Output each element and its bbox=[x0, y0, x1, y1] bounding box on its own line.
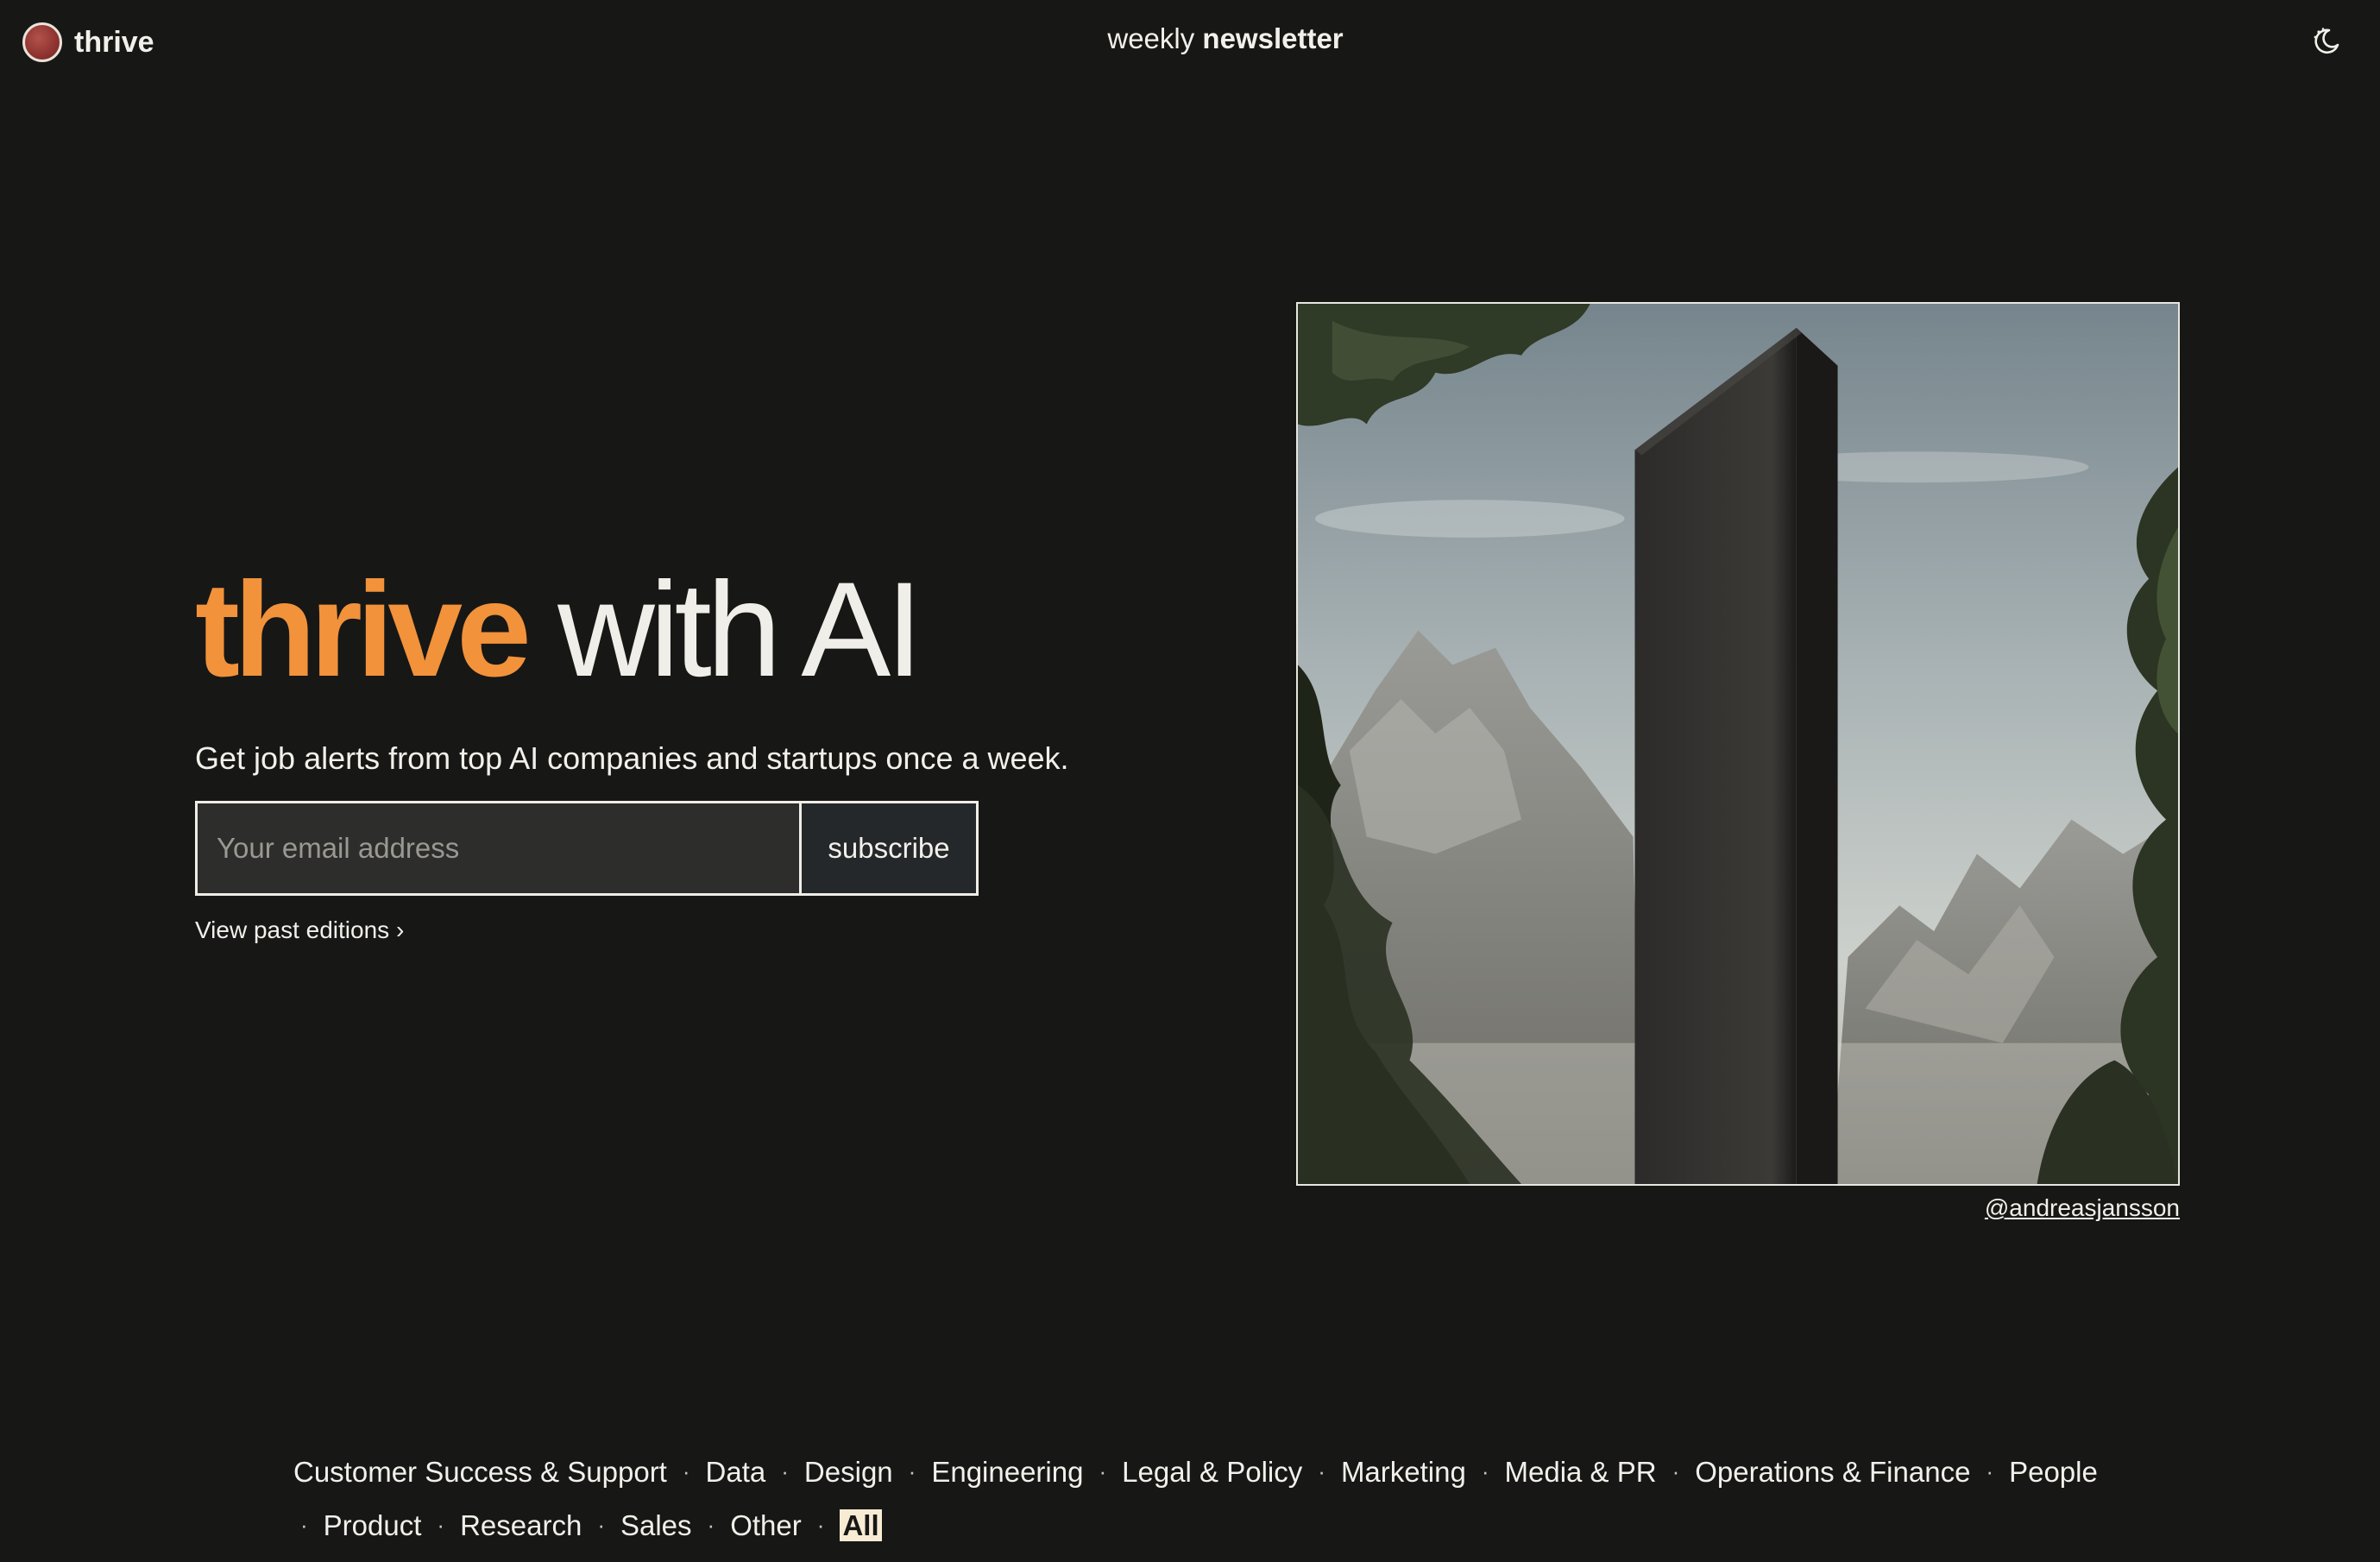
separator: · bbox=[1672, 1458, 1680, 1484]
category-other[interactable]: Other bbox=[730, 1509, 802, 1541]
separator: · bbox=[437, 1512, 445, 1538]
separator: · bbox=[597, 1512, 605, 1538]
category-marketing[interactable]: Marketing bbox=[1341, 1456, 1466, 1488]
separator: · bbox=[1099, 1458, 1107, 1484]
category-research[interactable]: Research bbox=[460, 1509, 582, 1541]
category-row-2: · Product · Research · Sales · Other · All bbox=[285, 1500, 2106, 1553]
signup-form: subscribe bbox=[195, 801, 979, 896]
separator: · bbox=[1318, 1458, 1325, 1484]
separator: · bbox=[781, 1458, 789, 1484]
separator: · bbox=[1986, 1458, 1994, 1484]
category-design[interactable]: Design bbox=[804, 1456, 893, 1488]
category-row-1: Customer Success & Support · Data · Design · E… bbox=[293, 1446, 2106, 1500]
category-filter: Customer Success & Support · Data · Design · E… bbox=[293, 1446, 2106, 1553]
category-media-pr[interactable]: Media & PR bbox=[1505, 1456, 1657, 1488]
email-input[interactable] bbox=[198, 803, 802, 893]
hero-title-rest: with AI bbox=[557, 555, 923, 705]
newsletter-nav: weekly newsletter bbox=[0, 22, 2380, 55]
weekly-newsletter-link[interactable]: weekly newsletter bbox=[1107, 22, 1343, 54]
monolith-landscape-image bbox=[1298, 304, 2178, 1184]
category-people[interactable]: People bbox=[2009, 1456, 2098, 1488]
separator: · bbox=[707, 1512, 715, 1538]
separator: · bbox=[816, 1512, 825, 1538]
moon-icon[interactable] bbox=[2311, 26, 2342, 57]
subscribe-button[interactable]: subscribe bbox=[802, 803, 976, 893]
category-customer-success-support[interactable]: Customer Success & Support bbox=[293, 1456, 667, 1488]
separator: · bbox=[300, 1512, 308, 1538]
hero-title-accent: thrive bbox=[195, 555, 532, 705]
nav-bold: newsletter bbox=[1202, 22, 1344, 54]
category-sales[interactable]: Sales bbox=[620, 1509, 692, 1541]
top-bar: thrive weekly newsletter bbox=[0, 0, 2380, 85]
nav-prefix: weekly bbox=[1107, 22, 1195, 54]
brand-logo-link[interactable]: thrive bbox=[22, 22, 154, 62]
hero-title: thrive with AI bbox=[195, 552, 923, 708]
category-legal-policy[interactable]: Legal & Policy bbox=[1122, 1456, 1302, 1488]
category-engineering[interactable]: Engineering bbox=[931, 1456, 1083, 1488]
image-credit-link[interactable]: @andreasjansson bbox=[1985, 1194, 2180, 1221]
brand-name: thrive bbox=[74, 25, 154, 59]
category-operations-finance[interactable]: Operations & Finance bbox=[1695, 1456, 1970, 1488]
view-past-editions-link[interactable]: View past editions › bbox=[195, 916, 404, 944]
separator: · bbox=[1481, 1458, 1489, 1484]
hero-image bbox=[1296, 302, 2180, 1186]
category-product[interactable]: Product bbox=[324, 1509, 422, 1541]
brand-logo-icon bbox=[22, 22, 62, 62]
category-all-selected[interactable]: All bbox=[840, 1509, 882, 1541]
hero-subtitle: Get job alerts from top AI companies and… bbox=[195, 740, 1069, 776]
category-data[interactable]: Data bbox=[706, 1456, 766, 1488]
image-credit: @andreasjansson bbox=[1296, 1194, 2180, 1222]
separator: · bbox=[908, 1458, 916, 1484]
separator: · bbox=[682, 1458, 690, 1484]
